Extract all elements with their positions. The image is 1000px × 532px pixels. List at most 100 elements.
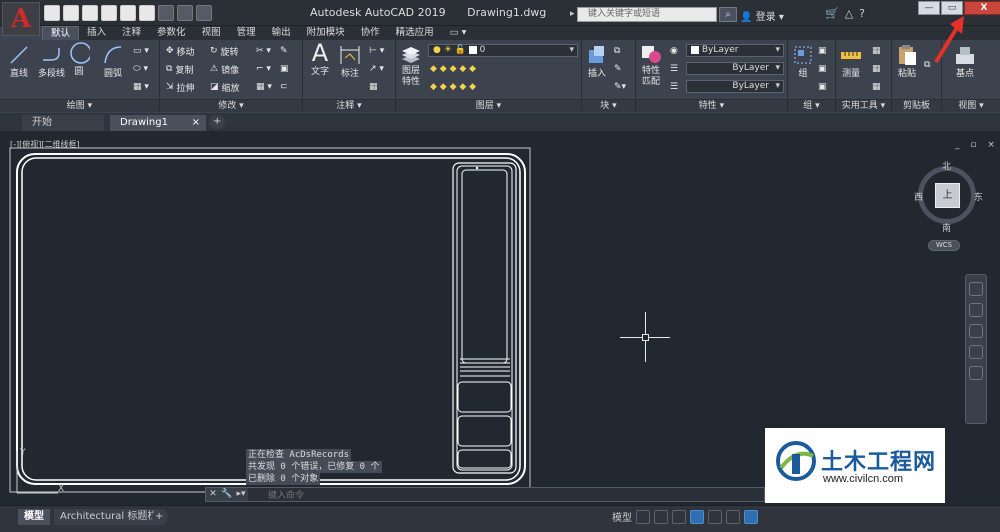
hatch-icon[interactable]: ▦ ▾ — [133, 80, 149, 94]
save-icon[interactable] — [82, 5, 98, 21]
clipboard-panel-title[interactable]: 剪贴板 — [892, 99, 941, 112]
search-input[interactable]: 键入关键字或短语 — [570, 7, 717, 22]
group-select-icon[interactable]: ▣ — [818, 80, 827, 94]
compass-south[interactable]: 南 — [942, 221, 951, 234]
minimize-button[interactable]: — — [918, 1, 940, 15]
fillet-tool[interactable]: ⌐ ▾ — [256, 62, 271, 76]
linetype-icon[interactable]: ☰ — [670, 62, 678, 76]
measure-tool[interactable]: 测量 — [840, 44, 862, 79]
recent-commands-icon[interactable]: ▸▾ — [234, 488, 248, 501]
erase-tool[interactable]: ✎ — [280, 44, 288, 58]
layers-panel-title[interactable]: 图层 ▾ — [396, 99, 581, 112]
pan-icon[interactable] — [969, 303, 983, 317]
layer-tools-row-2[interactable]: ◆ ◆ ◆ ◆ ◆ — [430, 80, 476, 94]
rectangle-icon[interactable]: ▭ ▾ — [133, 44, 149, 58]
open-file-icon[interactable] — [63, 5, 79, 21]
new-file-icon[interactable] — [44, 5, 60, 21]
edit-block-icon[interactable]: ✎ — [614, 62, 622, 76]
tab-model[interactable]: 模型 — [18, 509, 50, 525]
polar-icon[interactable] — [690, 509, 704, 524]
ribbon-tab[interactable]: 默认 — [42, 26, 80, 40]
mirror-tool[interactable]: ⚠ 镜像 — [210, 62, 239, 76]
view-panel-title[interactable]: 视图 ▾ — [942, 99, 1000, 112]
ribbon-tab[interactable]: 插入 — [79, 26, 114, 40]
lineweight-icon[interactable]: ☰ — [670, 80, 678, 94]
wcs-menu[interactable]: WCS — [928, 240, 960, 251]
modify-panel-title[interactable]: 修改 ▾ — [160, 99, 302, 112]
properties-panel-title[interactable]: 特性 ▾ — [636, 99, 787, 112]
ribbon-tab[interactable]: 附加模块 — [299, 26, 353, 40]
utilities-panel-title[interactable]: 实用工具 ▾ — [836, 99, 891, 112]
model-space-label[interactable]: 模型 — [612, 509, 632, 524]
showmotion-icon[interactable] — [969, 366, 983, 380]
calculator-icon[interactable]: ▦ — [872, 80, 881, 94]
compass-north[interactable]: 北 — [942, 159, 951, 172]
cart-icon[interactable]: 🛒 — [825, 7, 839, 20]
move-tool[interactable]: ✥ 移动 — [166, 44, 195, 58]
add-layout-button[interactable]: + — [152, 509, 168, 525]
text-tool[interactable]: A 文字 — [309, 39, 331, 77]
qat-dropdown-icon[interactable] — [196, 5, 212, 21]
groups-panel-title[interactable]: 组 ▾ — [788, 99, 835, 112]
tab-layout[interactable]: Architectural 标题栏 — [54, 509, 164, 525]
undo-icon[interactable] — [158, 5, 174, 21]
object-snap-tracking-icon[interactable] — [726, 509, 740, 524]
insert-tool[interactable]: 插入 — [586, 44, 608, 79]
close-tab-icon[interactable]: × — [192, 115, 200, 131]
group-tool[interactable]: 组 — [792, 44, 814, 79]
command-input[interactable] — [248, 488, 764, 501]
color-wheel-icon[interactable]: ◉ — [670, 44, 678, 58]
line-tool[interactable]: 直线 — [8, 44, 30, 79]
web-mobile-icon[interactable] — [120, 5, 136, 21]
rotate-tool[interactable]: ↻ 旋转 — [210, 44, 239, 58]
search-icon[interactable]: ⌕ — [719, 7, 737, 22]
new-tab-button[interactable]: + — [209, 115, 225, 129]
linear-dim-icon[interactable]: ⊢ ▾ — [369, 44, 384, 58]
leader-icon[interactable]: ↗ ▾ — [369, 62, 384, 76]
stretch-tool[interactable]: ⇲ 拉伸 — [166, 80, 195, 94]
select-all-icon[interactable]: ▦ — [872, 62, 881, 76]
ribbon-tab[interactable]: 参数化 — [149, 26, 194, 40]
arc-tool[interactable]: 圆弧 — [102, 44, 124, 79]
tab-drawing1[interactable]: Drawing1 × — [110, 115, 206, 131]
table-icon[interactable]: ▦ — [369, 80, 378, 94]
tab-start[interactable]: 开始 — [22, 115, 104, 131]
compass-west[interactable]: 西 — [914, 190, 923, 203]
ellipse-icon[interactable]: ⬭ ▾ — [133, 62, 148, 76]
annotation-panel-title[interactable]: 注释 ▾ — [303, 99, 395, 112]
scale-tool[interactable]: ◪ 缩放 — [210, 80, 240, 94]
save-as-icon[interactable] — [101, 5, 117, 21]
plot-icon[interactable] — [139, 5, 155, 21]
ribbon-tab[interactable]: 管理 — [229, 26, 264, 40]
array-tool[interactable]: ▦ ▾ — [256, 80, 272, 94]
group-edit-icon[interactable]: ▣ — [818, 62, 827, 76]
dimension-tool[interactable]: 标注 — [339, 44, 361, 79]
layer-properties-tool[interactable]: 图层 特性 — [400, 44, 422, 88]
zoom-extents-icon[interactable] — [969, 324, 983, 338]
object-snap-icon[interactable] — [744, 509, 758, 524]
exchange-icon[interactable]: △ — [845, 7, 853, 20]
close-command-line-icon[interactable]: ✕ — [206, 488, 220, 501]
ribbon-tab[interactable]: 注释 — [114, 26, 149, 40]
match-properties-tool[interactable]: 特性 匹配 — [640, 44, 662, 88]
help-icon[interactable]: ? — [859, 7, 865, 20]
ortho-icon[interactable] — [672, 509, 686, 524]
application-menu-button[interactable]: A — [2, 2, 40, 36]
viewcube-top-face[interactable]: 上 — [935, 183, 960, 208]
polyline-tool[interactable]: 多段线 — [38, 44, 65, 79]
grid-icon[interactable] — [636, 509, 650, 524]
ribbon-tab[interactable]: 视图 — [194, 26, 229, 40]
isodraft-icon[interactable] — [708, 509, 722, 524]
restore-button[interactable]: ▭ — [941, 1, 963, 15]
lineweight-dropdown[interactable]: ByLayer — [686, 80, 784, 93]
ribbon-tab[interactable]: 协作 — [353, 26, 388, 40]
layer-tools-row-1[interactable]: ◆ ◆ ◆ ◆ ◆ — [430, 62, 476, 76]
close-button[interactable]: X — [964, 1, 1000, 15]
ungroup-icon[interactable]: ▣ — [818, 44, 827, 58]
trim-tool[interactable]: ✂ ▾ — [256, 44, 271, 58]
explode-tool[interactable]: ▣ — [280, 62, 289, 76]
create-block-icon[interactable]: ⧉ — [614, 44, 620, 58]
customize-command-icon[interactable]: 🔧 — [220, 488, 234, 501]
compass-east[interactable]: 东 — [974, 190, 983, 203]
layer-dropdown[interactable]: ● ☀ 🔓 0 — [428, 44, 578, 57]
